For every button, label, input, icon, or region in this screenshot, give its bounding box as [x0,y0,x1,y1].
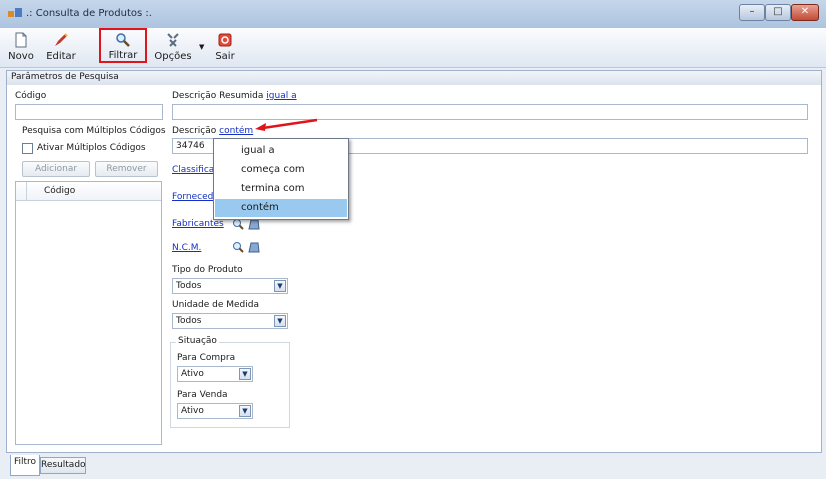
fornecedores-link[interactable]: Forneced [172,192,213,202]
edit-button[interactable]: Editar [44,29,78,65]
search-parameters-title: Parâmetros de Pesquisa [11,72,119,82]
fabricantes-link[interactable]: Fabricantes [172,219,224,229]
match-mode-menu: igual a começa com termina com contém [213,138,349,220]
menu-item-label: começa com [241,164,305,175]
menu-item-label: termina com [241,183,305,194]
minimize-icon: – [749,6,755,17]
options-button[interactable]: Opções [153,29,193,65]
codigo-label: Código [15,91,47,101]
filter-button[interactable]: Filtrar [99,28,147,63]
menu-item-label: contém [241,202,279,213]
classificacao-link[interactable]: Classifica [172,165,214,175]
descricao-label-text: Descrição [172,126,217,136]
tipo-produto-value: Todos [176,281,202,291]
new-button-label: Novo [8,51,34,62]
options-button-label: Opções [154,51,192,62]
ncm-link[interactable]: N.C.M. [172,243,201,253]
menu-item-contem[interactable]: contém [215,199,347,217]
edit-icon [55,33,68,46]
menu-item-igual-a[interactable]: igual a [215,142,347,160]
app-icon [8,8,22,17]
unidade-medida-label: Unidade de Medida [172,300,259,310]
remove-code-button[interactable]: Remover [95,161,158,177]
search-icon [116,33,130,47]
descricao-resumida-mode-link[interactable]: igual a [266,91,296,101]
maximize-icon: □ [773,6,783,17]
ncm-search-icon[interactable] [232,241,244,253]
para-venda-value: Ativo [181,406,204,416]
para-compra-label: Para Compra [177,353,236,363]
menu-item-termina-com[interactable]: termina com [215,180,347,198]
unidade-medida-value: Todos [176,316,202,326]
minimize-button[interactable]: – [739,4,765,21]
tab-filtro[interactable]: Filtro [10,455,40,476]
bottom-tabs: Filtro Resultado [6,455,820,479]
descricao-resumida-label: Descrição Resumida igual a [172,91,297,101]
chevron-down-icon[interactable]: ▼ [239,405,251,417]
chevron-down-icon[interactable]: ▼ [274,315,286,327]
new-button[interactable]: Novo [6,29,36,65]
unidade-medida-select[interactable]: Todos ▼ [172,313,288,329]
descricao-mode-link[interactable]: contém [219,126,253,136]
ncm-clear-icon[interactable] [248,241,260,253]
options-dropdown-arrow[interactable]: ▼ [199,43,204,51]
exit-button-label: Sair [215,51,235,62]
add-code-button[interactable]: Adicionar [22,161,90,177]
red-arrow-annotation [255,118,318,131]
new-document-icon [15,32,27,48]
app-window: .: Consulta de Produtos :. – □ ✕ Novo Ed… [0,0,826,479]
edit-button-label: Editar [46,51,76,62]
menu-item-comeca-com[interactable]: começa com [215,161,347,179]
title-bar: .: Consulta de Produtos :. – □ ✕ [0,0,826,29]
descricao-resumida-label-text: Descrição Resumida [172,91,264,101]
multi-codes-checkbox-label: Ativar Múltiplos Códigos [37,143,146,153]
exit-icon [218,33,232,47]
window-title: .: Consulta de Produtos :. [26,8,152,19]
para-compra-select[interactable]: Ativo ▼ [177,366,253,382]
para-venda-label: Para Venda [177,390,228,400]
situacao-title: Situação [176,336,219,346]
tipo-produto-label: Tipo do Produto [172,265,243,275]
options-icon [167,33,179,47]
row-selector-header [16,182,27,200]
tab-resultado[interactable]: Resultado [40,457,86,474]
codes-grid-header: Código [16,182,161,201]
maximize-button[interactable]: □ [765,4,791,21]
search-parameters-header: Parâmetros de Pesquisa [6,70,822,86]
chevron-down-icon[interactable]: ▼ [274,280,286,292]
descricao-label: Descrição contém [172,126,253,136]
multi-codes-checkbox[interactable] [22,143,33,154]
close-icon: ✕ [800,6,810,17]
menu-item-label: igual a [241,145,275,156]
para-compra-value: Ativo [181,369,204,379]
toolbar: Novo Editar Filtrar Opções ▼ Sair [0,28,826,68]
codes-grid[interactable]: Código [15,181,162,445]
codigo-input[interactable] [15,104,163,120]
codes-grid-column-codigo: Código [44,186,76,196]
exit-button[interactable]: Sair [210,29,240,65]
close-button[interactable]: ✕ [791,4,819,21]
filter-button-label: Filtrar [108,50,138,61]
multi-codes-title: Pesquisa com Múltiplos Códigos [22,126,166,136]
para-venda-select[interactable]: Ativo ▼ [177,403,253,419]
chevron-down-icon[interactable]: ▼ [239,368,251,380]
tipo-produto-select[interactable]: Todos ▼ [172,278,288,294]
